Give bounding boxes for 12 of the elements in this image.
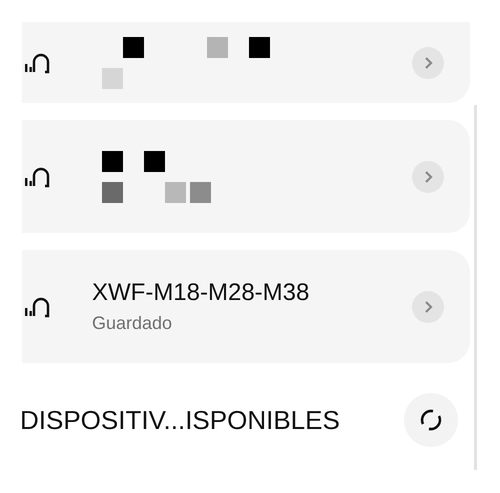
chevron-icon — [423, 170, 433, 184]
refresh-icon — [418, 407, 444, 433]
section-title: DISPOSITIV...ISPONIBLES — [20, 404, 340, 436]
device-card[interactable]: XWF-M18-M28-M38 Guardado — [22, 250, 470, 363]
device-status: Guardado — [92, 313, 174, 334]
device-card[interactable] — [22, 22, 470, 103]
device-name: XWF-M18-M28-M38 — [92, 279, 310, 307]
chevron-icon — [423, 300, 433, 314]
chevron-icon — [423, 56, 433, 70]
details-button[interactable] — [412, 46, 444, 78]
details-button[interactable] — [412, 160, 444, 192]
details-button[interactable] — [412, 290, 444, 322]
